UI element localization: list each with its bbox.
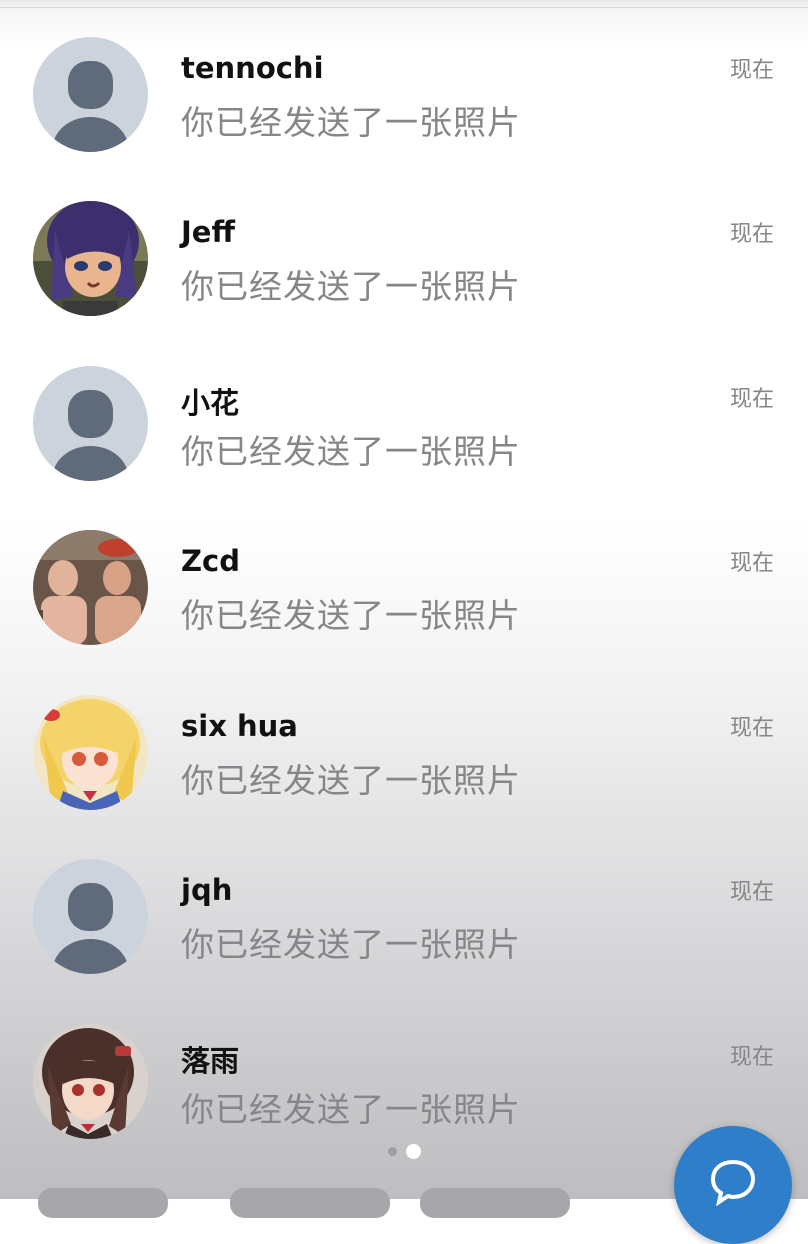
avatar[interactable] [33, 1024, 148, 1139]
chat-row[interactable]: Jeff 你已经发送了一张照片 现在 [0, 164, 808, 328]
two-men-photo-avatar-icon [33, 530, 148, 645]
chat-list: tennochi 你已经发送了一张照片 现在 Jeff 你已经发送了一张照片 现… [0, 0, 808, 1199]
anime-blonde-hair-avatar-icon [33, 695, 148, 810]
bottom-bar-blur [0, 1180, 660, 1218]
chat-time: 现在 [729, 551, 774, 576]
avatar[interactable] [33, 366, 148, 481]
chat-name: 落雨 [181, 1044, 240, 1078]
chat-time: 现在 [729, 1045, 774, 1070]
bottom-bar-item [230, 1188, 390, 1218]
chat-name: six hua [181, 709, 298, 743]
default-avatar-icon [33, 37, 148, 152]
chat-preview: 你已经发送了一张照片 [181, 1090, 521, 1129]
chat-row[interactable]: 小花 你已经发送了一张照片 现在 [0, 329, 808, 493]
chat-time: 现在 [729, 716, 774, 741]
avatar[interactable] [33, 695, 148, 810]
chat-row[interactable]: tennochi 你已经发送了一张照片 现在 [0, 0, 808, 164]
chat-preview: 你已经发送了一张照片 [181, 925, 521, 964]
chat-time: 现在 [729, 387, 774, 412]
chat-row[interactable]: jqh 你已经发送了一张照片 现在 [0, 822, 808, 986]
default-avatar-icon [33, 366, 148, 481]
default-avatar-icon [33, 859, 148, 974]
chat-preview: 你已经发送了一张照片 [181, 103, 521, 142]
chat-row[interactable]: Zcd 你已经发送了一张照片 现在 [0, 493, 808, 657]
avatar[interactable] [33, 859, 148, 974]
chat-preview: 你已经发送了一张照片 [181, 267, 521, 306]
chat-time: 现在 [729, 880, 774, 905]
chat-name: tennochi [181, 51, 324, 85]
avatar[interactable] [33, 530, 148, 645]
chat-time: 现在 [729, 222, 774, 247]
chat-name: jqh [181, 873, 233, 907]
page-dot-active[interactable] [406, 1144, 421, 1159]
chat-time: 现在 [729, 58, 774, 83]
page-indicator[interactable] [388, 1144, 428, 1160]
chat-row[interactable]: six hua 你已经发送了一张照片 现在 [0, 658, 808, 822]
chat-name: 小花 [181, 386, 240, 420]
new-chat-button[interactable] [674, 1126, 792, 1244]
bottom-bar-item [38, 1188, 168, 1218]
chat-preview: 你已经发送了一张照片 [181, 761, 521, 800]
anime-brown-hair-avatar-icon [33, 1024, 148, 1139]
avatar[interactable] [33, 37, 148, 152]
chat-name: Jeff [181, 215, 235, 249]
bottom-bar-item [420, 1188, 570, 1218]
chat-row[interactable]: 落雨 你已经发送了一张照片 现在 [0, 987, 808, 1151]
chat-name: Zcd [181, 544, 240, 578]
chat-preview: 你已经发送了一张照片 [181, 432, 521, 471]
chat-preview: 你已经发送了一张照片 [181, 596, 521, 635]
page-dot[interactable] [388, 1147, 397, 1156]
anime-purple-hair-avatar-icon [33, 201, 148, 316]
avatar[interactable] [33, 201, 148, 316]
